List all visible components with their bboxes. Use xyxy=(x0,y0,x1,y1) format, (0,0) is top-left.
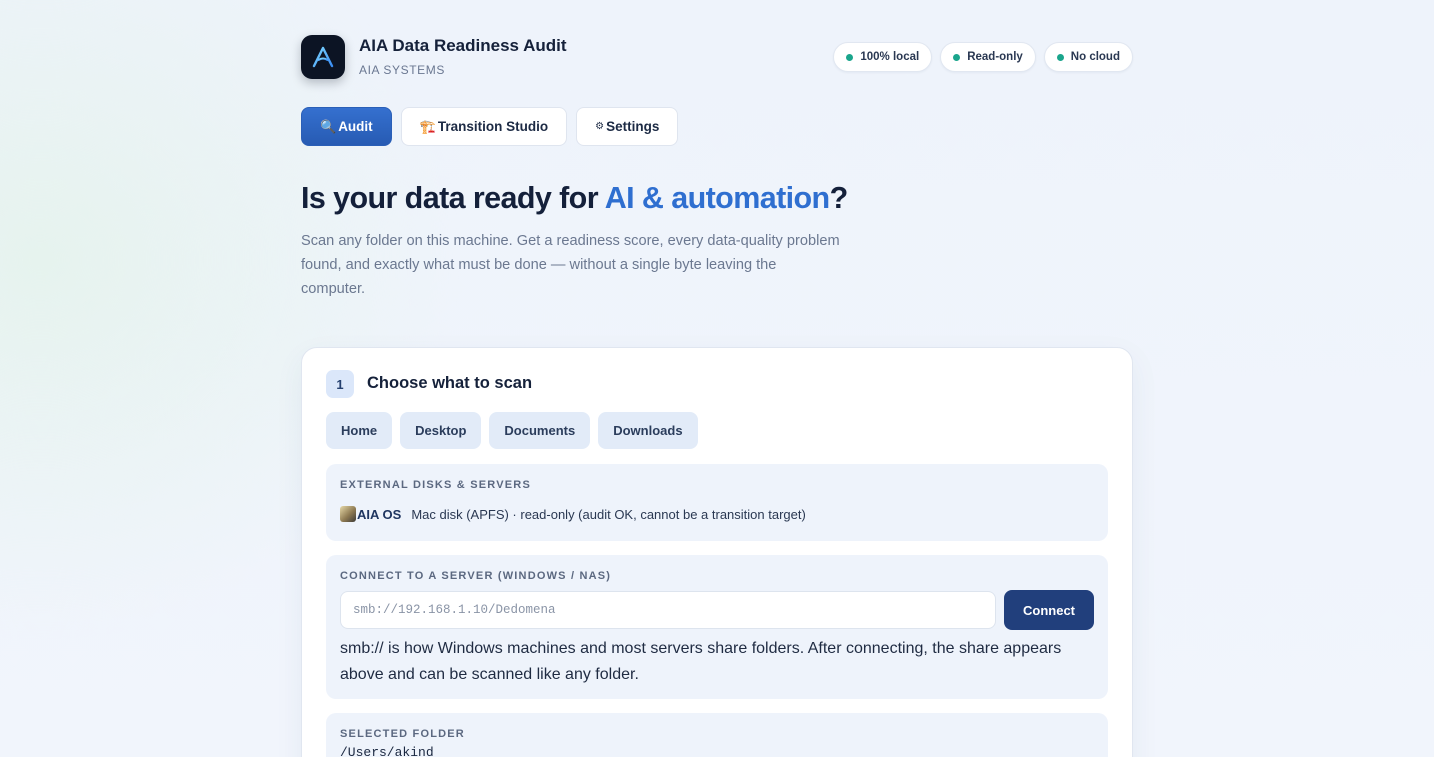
badge-label: 100% local xyxy=(860,51,920,63)
badge-local: 100% local xyxy=(833,42,933,72)
badge-read-only: Read-only xyxy=(940,42,1036,72)
section-label: SELECTED FOLDER xyxy=(340,728,465,740)
status-badges: 100% local Read-only No cloud xyxy=(833,42,1133,72)
hero-title-accent: AI & automation xyxy=(604,181,830,215)
construction-crane-icon: 🏗️ xyxy=(419,118,436,134)
app-title: AIA Data Readiness Audit xyxy=(359,36,567,55)
folder-button-downloads[interactable]: Downloads xyxy=(598,412,698,449)
selected-folder-section: SELECTED FOLDER /Users/akind xyxy=(326,713,1108,757)
folder-button-documents[interactable]: Documents xyxy=(489,412,591,449)
hero-title-suffix: ? xyxy=(829,181,849,215)
scan-setup-card: 1 Choose what to scan Home Desktop Docum… xyxy=(301,347,1133,757)
connect-button[interactable]: Connect xyxy=(1004,590,1094,630)
section-label: EXTERNAL DISKS & SERVERS xyxy=(340,479,531,491)
gear-icon: ⚙ xyxy=(595,121,605,132)
disk-icon xyxy=(340,506,356,522)
hero-title: Is your data ready for AI & automation? xyxy=(301,181,848,216)
server-connect-section: CONNECT TO A SERVER (WINDOWS / NAS) Conn… xyxy=(326,555,1108,699)
status-dot-icon xyxy=(953,53,961,61)
hero-description: Scan any folder on this machine. Get a r… xyxy=(301,233,840,297)
tab-transition-studio[interactable]: 🏗️ Transition Studio xyxy=(400,107,568,146)
tab-settings[interactable]: ⚙ Settings xyxy=(576,107,679,146)
magnifier-icon: 🔍 xyxy=(320,118,337,134)
step-title: Choose what to scan xyxy=(367,374,533,392)
badge-no-cloud: No cloud xyxy=(1043,42,1133,72)
step-number-badge: 1 xyxy=(326,370,354,398)
badge-label: No cloud xyxy=(1070,51,1120,63)
disk-name: AIA OS xyxy=(357,506,402,522)
status-dot-icon xyxy=(846,53,854,61)
folder-button-desktop[interactable]: Desktop xyxy=(400,412,482,449)
external-disks-section: EXTERNAL DISKS & SERVERS AIA OS Mac disk… xyxy=(326,464,1108,541)
main-tabs: 🔍 Audit 🏗️ Transition Studio ⚙ Settings xyxy=(301,107,679,146)
quick-folder-buttons: Home Desktop Documents Downloads xyxy=(326,412,698,449)
app-subtitle: AIA SYSTEMS xyxy=(359,63,445,77)
hero-title-prefix: Is your data ready for xyxy=(301,181,605,215)
disk-description: Mac disk (APFS) · read-only (audit OK, c… xyxy=(411,506,806,522)
section-label: CONNECT TO A SERVER (WINDOWS / NAS) xyxy=(340,570,612,582)
tab-label: Transition Studio xyxy=(437,119,549,134)
status-dot-icon xyxy=(1056,53,1064,61)
disk-item[interactable]: AIA OS Mac disk (APFS) · read-only (audi… xyxy=(340,506,806,522)
tab-audit[interactable]: 🔍 Audit xyxy=(301,107,392,146)
server-help-text: smb:// is how Windows machines and most … xyxy=(340,640,1062,683)
tab-label: Settings xyxy=(606,119,660,134)
selected-folder-path: /Users/akind xyxy=(340,745,434,757)
server-url-input[interactable] xyxy=(340,591,996,629)
aia-logo-icon xyxy=(301,35,345,79)
folder-button-home[interactable]: Home xyxy=(326,412,393,449)
tab-label: Audit xyxy=(338,119,373,134)
app-header: AIA Data Readiness Audit AIA SYSTEMS 100… xyxy=(301,35,1133,81)
badge-label: Read-only xyxy=(967,51,1023,63)
